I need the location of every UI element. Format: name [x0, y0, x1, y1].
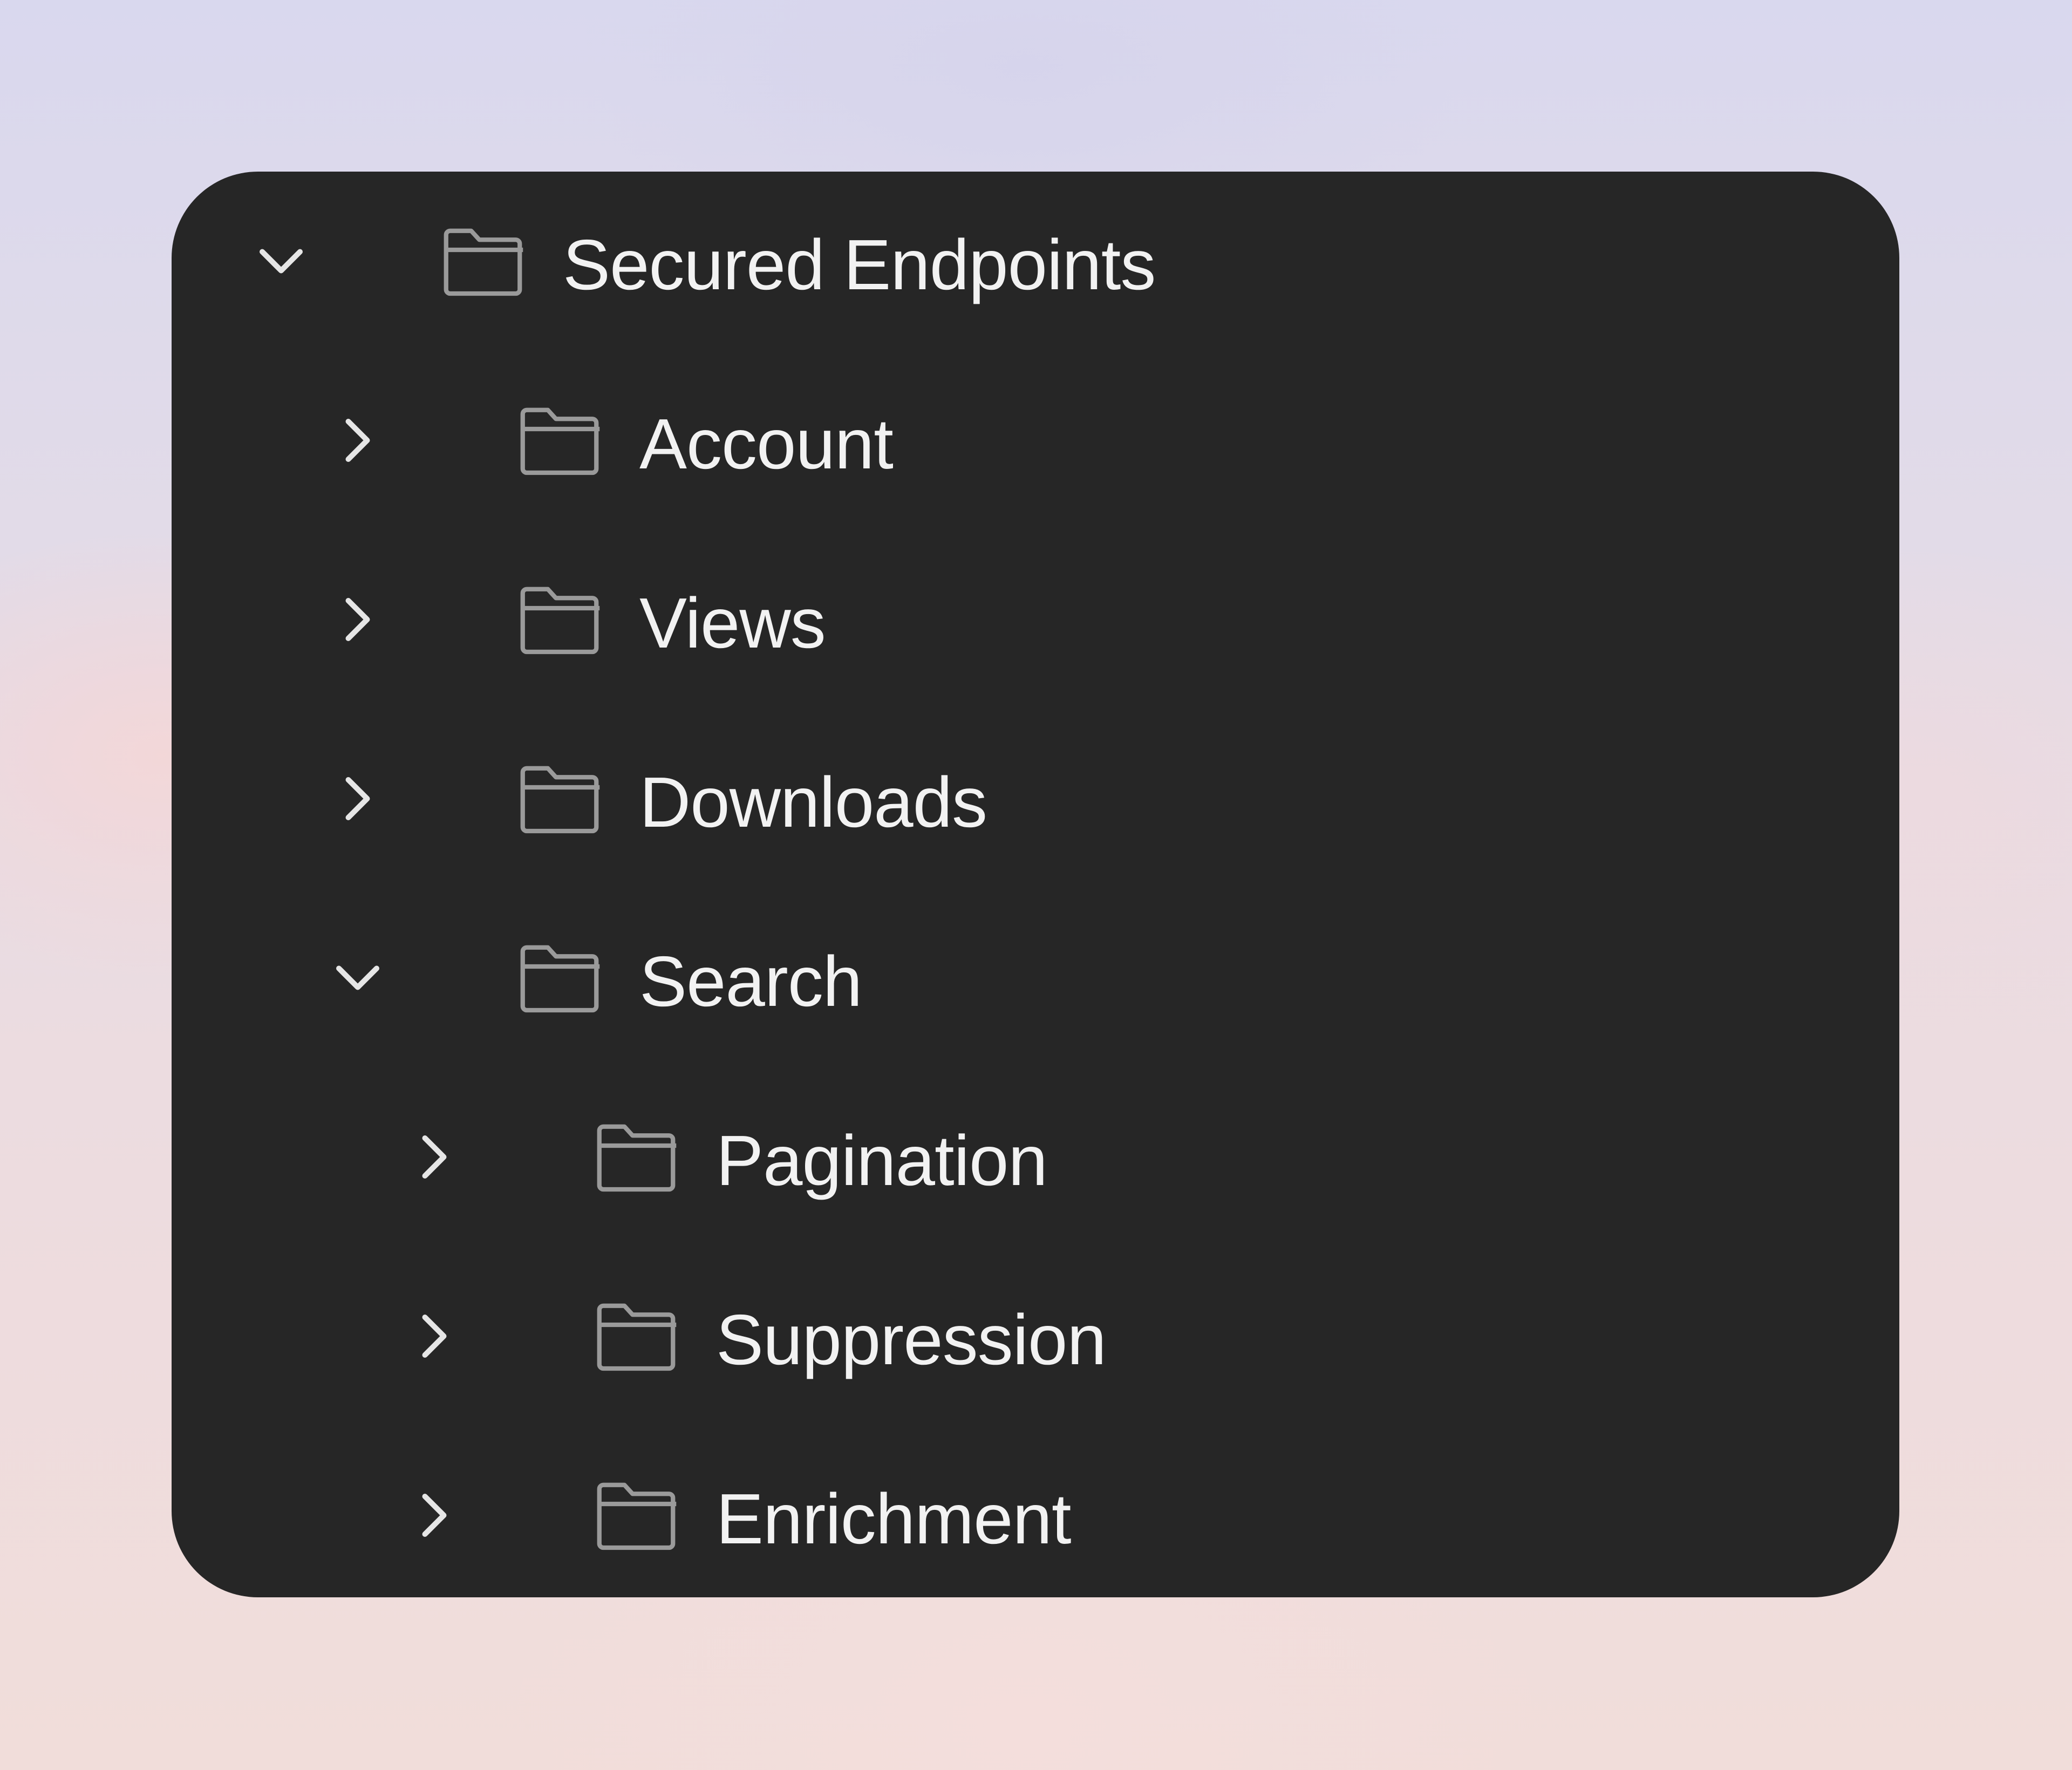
chevron-right-icon[interactable] [402, 1125, 467, 1189]
tree-item-views[interactable]: Views [172, 530, 1899, 709]
tree-item-label: Downloads [639, 763, 987, 842]
folder-icon [436, 213, 533, 310]
folder-icon [589, 1108, 686, 1206]
chevron-right-icon[interactable] [402, 1483, 467, 1548]
tree-item-label: Enrichment [716, 1479, 1072, 1558]
folder-icon [589, 1288, 686, 1385]
tree-item-search[interactable]: Search [172, 888, 1899, 1067]
chevron-down-icon[interactable] [249, 229, 313, 294]
chevron-right-icon[interactable] [325, 766, 390, 831]
tree-item-label: Suppression [716, 1300, 1107, 1379]
chevron-down-icon[interactable] [325, 945, 390, 1010]
file-tree-panel: Secured Endpoints Account Views Downloads Se… [172, 172, 1899, 1597]
folder-icon [513, 392, 610, 489]
folder-icon [589, 1467, 686, 1564]
folder-icon [513, 750, 610, 847]
tree-item-secured-endpoints[interactable]: Secured Endpoints [172, 172, 1899, 351]
chevron-right-icon[interactable] [325, 408, 390, 473]
tree-item-enrichment[interactable]: Enrichment [172, 1426, 1899, 1597]
chevron-right-icon[interactable] [325, 587, 390, 652]
tree-item-label: Search [639, 942, 862, 1021]
tree-item-account[interactable]: Account [172, 351, 1899, 530]
chevron-right-icon[interactable] [402, 1304, 467, 1369]
tree-item-label: Secured Endpoints [563, 225, 1156, 304]
tree-item-pagination[interactable]: Pagination [172, 1067, 1899, 1247]
tree-item-label: Pagination [716, 1121, 1048, 1200]
tree-item-suppression[interactable]: Suppression [172, 1247, 1899, 1426]
tree-item-label: Account [639, 404, 894, 484]
tree-item-label: Views [639, 583, 826, 663]
tree-item-downloads[interactable]: Downloads [172, 709, 1899, 888]
folder-icon [513, 571, 610, 668]
folder-icon [513, 929, 610, 1026]
